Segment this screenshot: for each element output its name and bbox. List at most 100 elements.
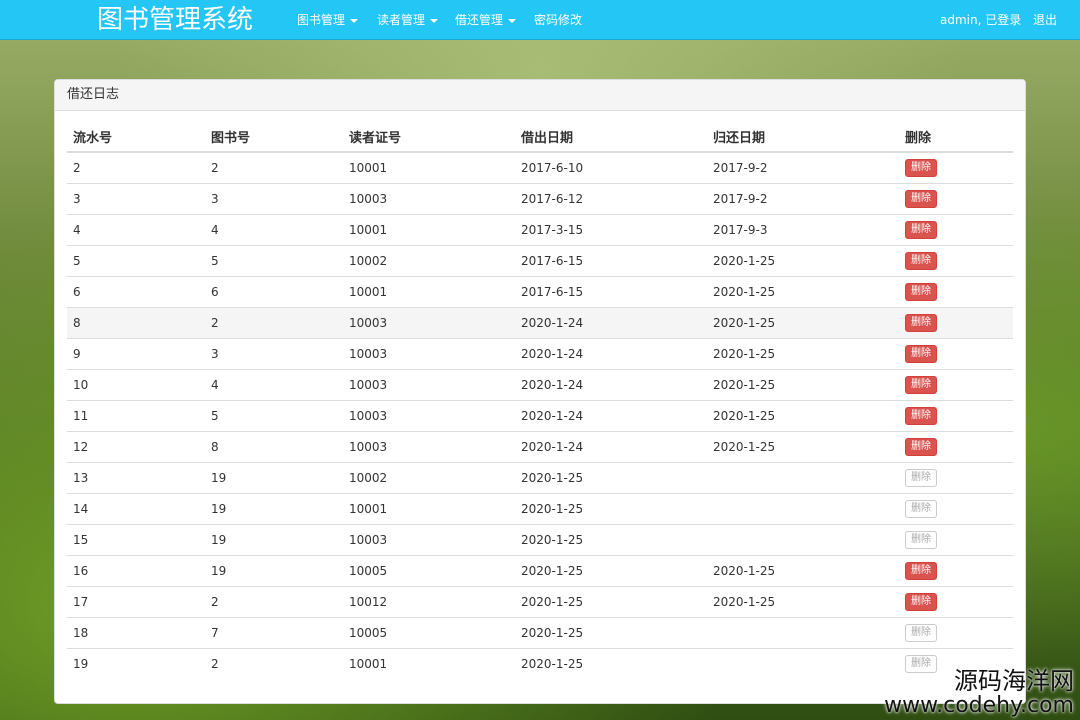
cell-return-date: 2017-9-2	[707, 151, 899, 184]
cell-book-id: 19	[205, 462, 343, 494]
cell-return-date: 2020-1-25	[707, 555, 899, 587]
cell-delete: 删除	[899, 524, 1013, 556]
delete-button[interactable]: 删除	[905, 190, 937, 208]
header-return-date: 归还日期	[707, 121, 899, 153]
nav-reader-management[interactable]: 读者管理	[377, 0, 439, 40]
cell-serial: 15	[67, 524, 205, 556]
delete-button[interactable]: 删除	[905, 469, 937, 487]
delete-button[interactable]: 删除	[905, 593, 937, 611]
cell-return-date: 2020-1-25	[707, 400, 899, 432]
delete-button[interactable]: 删除	[905, 159, 937, 177]
chevron-down-icon	[508, 18, 517, 23]
cell-delete: 删除	[899, 555, 1013, 587]
cell-book-id: 5	[205, 245, 343, 277]
cell-book-id: 4	[205, 214, 343, 246]
cell-borrow-date: 2020-1-25	[515, 462, 707, 494]
cell-return-date: 2020-1-25	[707, 338, 899, 370]
cell-serial: 17	[67, 586, 205, 618]
header-book-id: 图书号	[205, 121, 343, 153]
cell-serial: 19	[67, 648, 205, 679]
watermark-name: 源码海洋网	[954, 667, 1074, 695]
cell-reader-id: 10001	[343, 648, 515, 679]
cell-reader-id: 10001	[343, 493, 515, 525]
cell-delete: 删除	[899, 431, 1013, 463]
cell-serial: 10	[67, 369, 205, 401]
user-status[interactable]: admin, 已登录	[940, 0, 1021, 40]
delete-button[interactable]: 删除	[905, 438, 937, 456]
cell-return-date	[707, 462, 899, 494]
cell-return-date	[707, 648, 899, 679]
header-delete: 删除	[899, 121, 1013, 153]
delete-button[interactable]: 删除	[905, 252, 937, 270]
delete-button[interactable]: 删除	[905, 376, 937, 394]
cell-serial: 3	[67, 183, 205, 215]
table-row: 15 19 10003 2020-1-25 删除	[67, 524, 1013, 556]
cell-reader-id: 10002	[343, 462, 515, 494]
cell-delete: 删除	[899, 493, 1013, 525]
site-watermark: 源码海洋网 www.codehy.com	[884, 668, 1074, 718]
cell-serial: 12	[67, 431, 205, 463]
delete-button[interactable]: 删除	[905, 221, 937, 239]
cell-book-id: 5	[205, 400, 343, 432]
cell-borrow-date: 2017-6-15	[515, 245, 707, 277]
delete-button[interactable]: 删除	[905, 345, 937, 363]
header-serial: 流水号	[67, 121, 205, 153]
cell-return-date: 2020-1-25	[707, 307, 899, 339]
table-row: 2 2 10001 2017-6-10 2017-9-2 删除	[67, 151, 1013, 184]
table-row: 3 3 10003 2017-6-12 2017-9-2 删除	[67, 183, 1013, 215]
delete-button[interactable]: 删除	[905, 314, 937, 332]
cell-delete: 删除	[899, 617, 1013, 649]
nav-borrow-management[interactable]: 借还管理	[455, 0, 517, 40]
cell-reader-id: 10003	[343, 307, 515, 339]
table-row: 5 5 10002 2017-6-15 2020-1-25 删除	[67, 245, 1013, 277]
cell-serial: 14	[67, 493, 205, 525]
cell-reader-id: 10003	[343, 338, 515, 370]
cell-delete: 删除	[899, 183, 1013, 215]
app-brand[interactable]: 图书管理系统	[97, 3, 253, 37]
cell-reader-id: 10003	[343, 369, 515, 401]
table-row: 13 19 10002 2020-1-25 删除	[67, 462, 1013, 494]
nav-book-management[interactable]: 图书管理	[297, 0, 359, 40]
table-row: 17 2 10012 2020-1-25 2020-1-25 删除	[67, 586, 1013, 618]
logout-link[interactable]: 退出	[1033, 0, 1057, 40]
borrow-log-table: 流水号 图书号 读者证号 借出日期 归还日期 删除 2 2 10001 2017-6-…	[67, 121, 1013, 679]
cell-reader-id: 10003	[343, 524, 515, 556]
table-row: 4 4 10001 2017-3-15 2017-9-3 删除	[67, 214, 1013, 246]
cell-book-id: 19	[205, 493, 343, 525]
cell-book-id: 3	[205, 183, 343, 215]
cell-return-date: 2020-1-25	[707, 245, 899, 277]
delete-button[interactable]: 删除	[905, 531, 937, 549]
cell-delete: 删除	[899, 369, 1013, 401]
table-row: 16 19 10005 2020-1-25 2020-1-25 删除	[67, 555, 1013, 587]
cell-return-date: 2020-1-25	[707, 431, 899, 463]
cell-return-date: 2020-1-25	[707, 276, 899, 308]
table-row: 12 8 10003 2020-1-24 2020-1-25 删除	[67, 431, 1013, 463]
cell-delete: 删除	[899, 462, 1013, 494]
cell-return-date	[707, 617, 899, 649]
table-row: 11 5 10003 2020-1-24 2020-1-25 删除	[67, 400, 1013, 432]
table-row: 6 6 10001 2017-6-15 2020-1-25 删除	[67, 276, 1013, 308]
cell-book-id: 19	[205, 555, 343, 587]
chevron-down-icon	[350, 18, 359, 23]
delete-button[interactable]: 删除	[905, 562, 937, 580]
cell-book-id: 6	[205, 276, 343, 308]
cell-book-id: 2	[205, 648, 343, 679]
cell-serial: 6	[67, 276, 205, 308]
delete-button[interactable]: 删除	[905, 500, 937, 518]
nav-book-management-label: 图书管理	[297, 13, 346, 27]
cell-serial: 11	[67, 400, 205, 432]
cell-return-date: 2020-1-25	[707, 586, 899, 618]
cell-reader-id: 10012	[343, 586, 515, 618]
table-row: 18 7 10005 2020-1-25 删除	[67, 617, 1013, 649]
delete-button[interactable]: 删除	[905, 283, 937, 301]
cell-borrow-date: 2020-1-24	[515, 400, 707, 432]
cell-serial: 13	[67, 462, 205, 494]
table-row: 8 2 10003 2020-1-24 2020-1-25 删除	[67, 307, 1013, 339]
cell-delete: 删除	[899, 245, 1013, 277]
cell-serial: 16	[67, 555, 205, 587]
delete-button[interactable]: 删除	[905, 407, 937, 425]
nav-change-password[interactable]: 密码修改	[534, 0, 582, 40]
cell-serial: 18	[67, 617, 205, 649]
delete-button[interactable]: 删除	[905, 624, 937, 642]
table-row: 9 3 10003 2020-1-24 2020-1-25 删除	[67, 338, 1013, 370]
